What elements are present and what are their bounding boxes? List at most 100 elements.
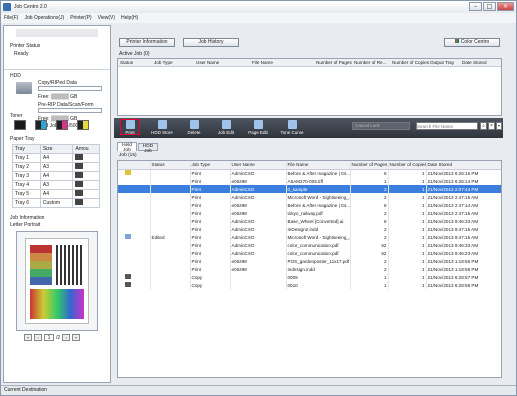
search-input[interactable]: [416, 122, 478, 130]
table-row[interactable]: Print e06298 A5AM270-005.tiff 1 1 21/Nov/2013…: [118, 177, 501, 185]
col-job-type[interactable]: Job Type: [190, 161, 231, 170]
menu-printer[interactable]: Printer(P): [70, 15, 91, 21]
active-job-title: Active Job (0): [119, 51, 150, 57]
cell: [150, 217, 191, 225]
col-date-stored[interactable]: Date Stored: [426, 161, 501, 170]
cell: Print: [190, 177, 231, 185]
minimize-button[interactable]: –: [469, 2, 482, 11]
cell: Print: [190, 265, 231, 273]
cell: [150, 169, 191, 177]
table-row[interactable]: Print AdminCSO Microsoft Word - Sightseein…: [118, 193, 501, 201]
menu-file[interactable]: File(F): [4, 15, 18, 21]
active-col-re[interactable]: Number of Re...: [354, 59, 392, 66]
active-col-pages[interactable]: Number of Pages: [316, 59, 354, 66]
job-edit-button[interactable]: Job Edit: [214, 120, 238, 135]
col-user-name[interactable]: User Name: [230, 161, 287, 170]
cell: Print: [190, 249, 231, 257]
cell: 1: [388, 241, 427, 249]
tone-curve-button[interactable]: Tone Curve: [278, 120, 306, 135]
row-icon-cell: [118, 273, 151, 281]
table-row[interactable]: Print AdminCSO color_communication.pdf 62 1 2…: [118, 249, 501, 257]
table-row[interactable]: Print e06298 POS_gardenposter_11x17.pdf 2 1 2…: [118, 257, 501, 265]
active-col-file-name[interactable]: File Name: [252, 59, 316, 66]
tray-header-size: Size: [39, 144, 74, 154]
table-row[interactable]: Print AdminCSO Before & After magazine | 0…: [118, 169, 501, 177]
last-page-button[interactable]: »: [72, 334, 81, 341]
table-row[interactable]: Edited Print AdminCSO Microsoft Word - Sigh…: [118, 233, 501, 241]
cell: [150, 185, 191, 193]
col-copies[interactable]: Number of Copies: [388, 161, 427, 170]
chevron-down-icon[interactable]: ▾: [496, 122, 502, 130]
cell: 2: [350, 185, 389, 193]
table-row[interactable]: Print e06298 Indesign.indd 2 1 21/Nov/2013 1:…: [118, 265, 501, 273]
hdd-store-icon: [157, 120, 167, 129]
held-job-list: Status Job Type User Name File Name Numb…: [117, 160, 502, 378]
print-button[interactable]: Print: [120, 119, 140, 135]
hdd-store-button[interactable]: HDD Store: [150, 120, 174, 135]
cell: 21/Nov/2013 6:28:58 PM: [426, 281, 501, 289]
toner-k-icon: [14, 120, 26, 130]
prev-page-button[interactable]: ‹: [34, 334, 42, 341]
next-page-button[interactable]: ›: [62, 334, 71, 341]
printer-information-button[interactable]: Printer Information: [119, 38, 175, 47]
menu-job-operations[interactable]: Job Operations(J): [24, 15, 64, 21]
active-col-status[interactable]: Status: [118, 59, 154, 66]
delete-button[interactable]: Delete: [182, 120, 206, 135]
table-row[interactable]: Print AdminCSO InDesign2.indd 2 1 21/Nov/2013…: [118, 225, 501, 233]
search-icon[interactable]: ⌕: [480, 122, 487, 130]
color-centro-icon: [454, 39, 459, 43]
page-edit-button[interactable]: Page Edit: [246, 120, 270, 135]
tray-row: Tray 5 A4: [12, 189, 100, 199]
toner-c-icon: [35, 120, 47, 130]
cell: 8: [350, 201, 389, 209]
tray-level-icon: [75, 199, 84, 205]
edited-icon: [125, 234, 131, 239]
job-info-title: Job Information: [10, 215, 45, 221]
table-row[interactable]: Print e06298 tokyo_railway.pdf 2 1 21/Nov/201…: [118, 209, 501, 217]
page-number-input[interactable]: 1: [44, 334, 54, 341]
color-centro-button[interactable]: Color Centro: [444, 38, 500, 47]
cell: 8: [350, 169, 389, 177]
clear-search-icon[interactable]: ×: [488, 122, 495, 130]
col-icon[interactable]: [118, 161, 151, 170]
col-pages[interactable]: Number of Pages: [350, 161, 389, 170]
col-status[interactable]: Status: [150, 161, 191, 170]
delete-icon: [189, 120, 199, 129]
cell: [150, 257, 191, 265]
table-row[interactable]: Print AdminCSO 0_sample 2 1 21/Nov/2013 2:07:…: [118, 185, 501, 193]
tab-held-job[interactable]: Held Job: [117, 142, 137, 153]
menu-help[interactable]: Help(H): [121, 15, 138, 21]
cell: 1: [388, 169, 427, 177]
row-icon-cell: [118, 241, 151, 249]
job-history-button[interactable]: Job History: [183, 38, 239, 47]
table-row[interactable]: Print AdminCSO color_communication.pdf 62 1 2…: [118, 241, 501, 249]
maximize-button[interactable]: □: [483, 2, 496, 11]
menu-view[interactable]: View(V): [98, 15, 115, 21]
table-row[interactable]: Print AdminCSO Base_Wheel [Converted].ai 8 1…: [118, 217, 501, 225]
table-row[interactable]: Print e06298 Before & After magazine | 04.…: [118, 201, 501, 209]
cell: 1: [388, 225, 427, 233]
table-row[interactable]: Copy 0009 1 1 21/Nov/2013 6:28:57 PM: [118, 273, 501, 281]
color-centro-label: Color Centro: [460, 39, 490, 45]
cell: 2: [350, 257, 389, 265]
close-button[interactable]: ×: [497, 2, 514, 11]
cell: e06298: [230, 265, 287, 273]
cell: AdminCSO: [230, 169, 287, 177]
col-file-name[interactable]: File Name: [286, 161, 351, 170]
active-col-job-type[interactable]: Job Type: [154, 59, 196, 66]
cell: 21/Nov/2013 1:18:58 PM: [426, 265, 501, 273]
cancel-lock-button[interactable]: Cancel Lock: [352, 122, 410, 130]
cell: 1: [388, 233, 427, 241]
cell: e06298: [230, 177, 287, 185]
table-row[interactable]: Copy 0010 1 1 21/Nov/2013 6:28:58 PM: [118, 281, 501, 289]
toner-m-icon: [56, 120, 68, 130]
active-col-date[interactable]: Date Stored: [462, 59, 492, 66]
active-col-output-tray[interactable]: Output Tray: [430, 59, 462, 66]
cell: Print: [190, 225, 231, 233]
cell: A5AM270-005.tiff: [286, 177, 351, 185]
first-page-button[interactable]: «: [24, 334, 32, 341]
active-col-copies[interactable]: Number of Copies: [392, 59, 430, 66]
job-preview-frame: [16, 231, 98, 331]
active-col-user-name[interactable]: User Name: [196, 59, 252, 66]
tab-hdd-job[interactable]: HDD Job: [138, 143, 158, 154]
